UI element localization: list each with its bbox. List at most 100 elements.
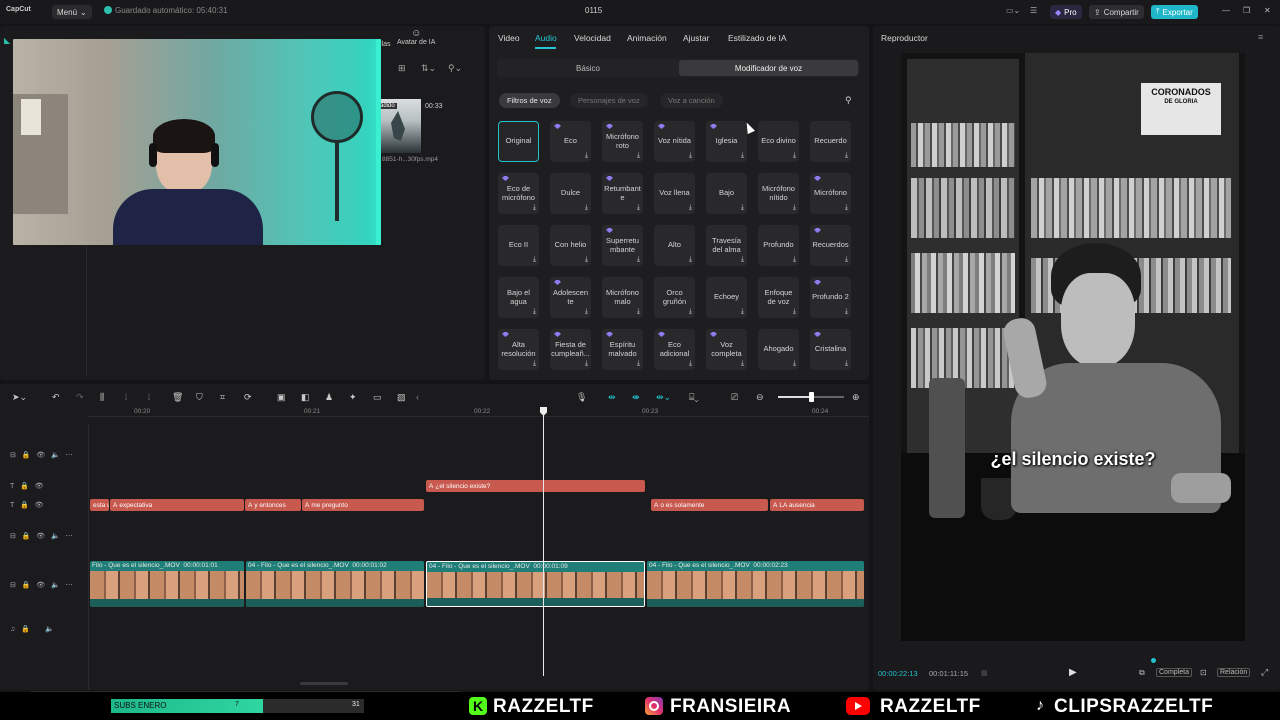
link-main-icon[interactable]: ⇹ [608,392,616,403]
split-icon[interactable]: ⫼ [100,392,104,403]
ratio-button[interactable]: Relación [1217,668,1251,677]
pro-button[interactable]: ◆ Pro [1050,5,1082,19]
person-cutout-icon[interactable]: ♟ [325,392,333,403]
voice-effect-alto[interactable]: Alto ⤓ [654,225,695,266]
download-icon[interactable]: ⤓ [845,360,848,369]
voice-effect-eco-de-micrófono[interactable]: Eco de micrófono ⤓ [498,173,539,214]
voice-effect-micrófono-roto[interactable]: Micrófono roto ⤓ [602,121,643,162]
linkage-icon[interactable]: ⇹⌄ [656,392,671,403]
voice-effect-profundo[interactable]: Profundo ⤓ [758,225,799,266]
download-icon[interactable]: ⤓ [741,204,744,213]
filter-settings-icon[interactable]: ⚲ [845,95,852,106]
grid-view-icon[interactable]: ⊞ [398,63,406,74]
snap-icon[interactable]: ⇼ [632,392,640,403]
voice-effect-superretu-mbante[interactable]: Superretu mbante ⤓ [602,225,643,266]
voice-effect-echoey[interactable]: Echoey ⤓ [706,277,747,318]
track-controls-empty[interactable]: ⊟ 🔒 👁 🔈 ⋯ [10,532,73,540]
video-clip-selected[interactable]: 04 - Filo - Que es el silencio_.MOV 00:0… [426,561,645,607]
voice-effect-alta-resolución[interactable]: Alta resolución ⤓ [498,329,539,370]
maximize-icon[interactable]: ❐ [1243,6,1250,15]
tab-video[interactable]: Video [498,33,520,43]
download-icon[interactable]: ⤓ [585,152,588,161]
download-icon[interactable]: ⤓ [793,360,796,369]
voice-effect-cristalina[interactable]: Cristalina ⤓ [810,329,851,370]
video-clip[interactable]: 04 - Filo - Que es el silencio_.MOV 00:0… [246,561,424,607]
voice-effect-adolescen-te[interactable]: Adolescen te ⤓ [550,277,591,318]
voice-effect-retumbant-e[interactable]: Retumbant e ⤓ [602,173,643,214]
voice-effect-eco-divino[interactable]: Eco divino ⤓ [758,121,799,162]
caption-icon[interactable]: ⎚ [731,392,738,403]
download-icon[interactable]: ⤓ [533,204,536,213]
download-icon[interactable]: ⤓ [533,360,536,369]
download-icon[interactable]: ⤓ [637,256,640,265]
crop-tool-icon[interactable]: ⌗ [220,392,225,403]
collapse-icon[interactable]: ‹ [416,392,419,402]
undo-icon[interactable]: ↶ [52,392,60,403]
text-clip[interactable]: A LA ausencia [770,499,864,511]
text-clip[interactable]: Ao es solamente [651,499,768,511]
chip-voice-characters[interactable]: Personajes de voz [570,93,648,108]
download-icon[interactable]: ⤓ [637,360,640,369]
text-clip[interactable]: Aexpectativa [110,499,244,511]
microphone-icon[interactable]: 🎙 [576,392,587,403]
player-menu-icon[interactable]: ≡ [1258,32,1263,42]
delete-icon[interactable]: 🗑 [172,392,183,403]
download-icon[interactable]: ⤓ [585,256,588,265]
voice-effect-voz-nítida[interactable]: Voz nítida ⤓ [654,121,695,162]
preview-axis-icon[interactable]: ⌸⌄ [689,392,699,403]
zoom-in-icon[interactable]: ⊕ [852,392,860,403]
chip-voice-to-song[interactable]: Voz a canción [660,93,723,108]
download-icon[interactable]: ⤓ [585,360,588,369]
magic-icon[interactable]: ✦ [349,392,357,403]
download-icon[interactable]: ⤓ [689,360,692,369]
close-icon[interactable]: ✕ [1264,6,1271,15]
download-icon[interactable]: ⤓ [845,308,848,317]
filter-icon[interactable]: ⚲⌄ [448,63,462,74]
export-button[interactable]: ⤒ Exportar [1151,5,1198,19]
screen-icon[interactable]: ▭ [373,392,382,403]
minimize-icon[interactable]: — [1222,6,1230,15]
voice-effect-ahogado[interactable]: Ahogado ⤓ [758,329,799,370]
tab-audio[interactable]: Audio [535,33,557,43]
title-clip[interactable]: A ¿el silencio existe? [426,480,645,492]
track-controls-title[interactable]: T 🔒 👁 [10,482,44,490]
voice-effect-original[interactable]: Original [498,121,539,162]
voice-effect-eco-adicional[interactable]: Eco adicional ⤓ [654,329,695,370]
voice-effect-profundo-2[interactable]: Profundo 2 ⤓ [810,277,851,318]
voice-effect-recuerdos[interactable]: Recuerdos ⤓ [810,225,851,266]
download-icon[interactable]: ⤓ [637,152,640,161]
download-icon[interactable]: ⤓ [845,204,848,213]
track-controls-audio[interactable]: ⊟ 🔒 👁 🔈 ⋯ [10,451,73,459]
select-tool-icon[interactable]: ➤⌄ [12,392,27,403]
mirror-icon[interactable]: ◧ [301,392,310,403]
sort-icon[interactable]: ⇅⌄ [421,63,436,74]
download-icon[interactable]: ⤓ [793,152,796,161]
chip-voice-filters[interactable]: Filtros de voz [499,93,560,108]
tab-adjust[interactable]: Ajustar [683,33,709,43]
voice-effect-con-helio[interactable]: Con helio ⤓ [550,225,591,266]
download-icon[interactable]: ⤓ [689,308,692,317]
download-icon[interactable]: ⤓ [533,256,536,265]
track-controls-video[interactable]: ⊟ 🔒 👁 🔈 ⋯ [10,581,73,589]
voice-effect-orco-gruñón[interactable]: Orco gruñón ⤓ [654,277,695,318]
freeze-icon[interactable]: ▣ [277,392,286,403]
track-controls-text[interactable]: T 🔒 👁 [10,501,44,509]
download-icon[interactable]: ⤓ [637,308,640,317]
tab-animation[interactable]: Animación [627,33,667,43]
download-icon[interactable]: ⤓ [741,360,744,369]
voice-effect-dulce[interactable]: Dulce ⤓ [550,173,591,214]
download-icon[interactable]: ⤓ [533,308,536,317]
voice-effect-iglesia[interactable]: Iglesia ⤓ [706,121,747,162]
download-icon[interactable]: ⤓ [585,308,588,317]
video-clip[interactable]: 04 - Filo - Que es el silencio_.MOV 00:0… [647,561,864,607]
text-clip[interactable]: esta u [90,499,109,511]
video-preview[interactable]: CORONADOS DE GLORIA ¿el silencio existe? [901,53,1245,641]
voice-effect-eco-ii[interactable]: Eco II ⤓ [498,225,539,266]
list-icon[interactable]: ☰ [1030,6,1037,15]
download-icon[interactable]: ⤓ [689,256,692,265]
voice-effect-micrófono-malo[interactable]: Micrófono malo ⤓ [602,277,643,318]
zoom-slider-handle[interactable] [809,392,814,402]
subtab-voice-changer[interactable]: Modificador de voz [679,60,858,76]
playhead-line[interactable] [543,414,544,676]
download-icon[interactable]: ⤓ [741,256,744,265]
